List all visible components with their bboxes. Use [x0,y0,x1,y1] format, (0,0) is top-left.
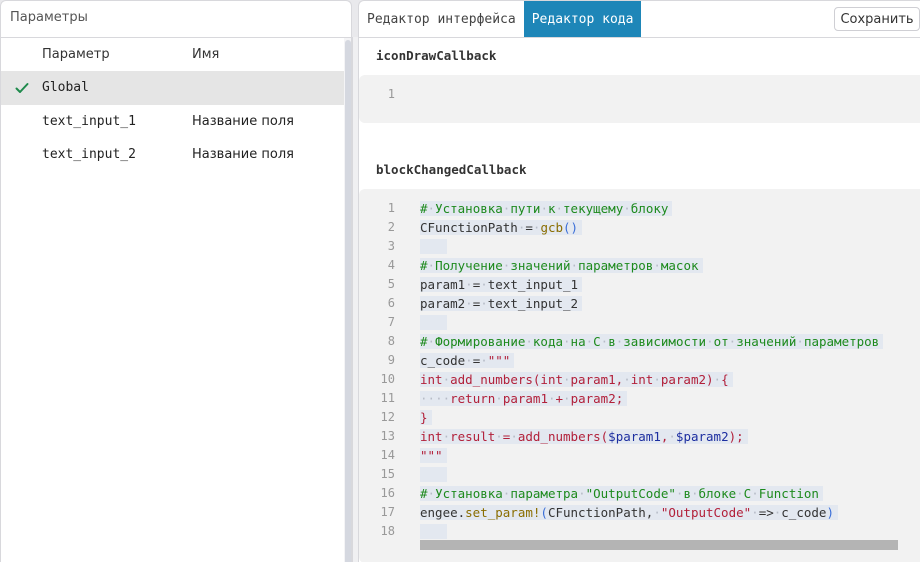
table-row-text-input-2[interactable]: text_input_2 Название поля [1,138,344,172]
code-text: param2·=·text_input_2 [420,294,583,313]
editor-panel: Редактор интерфейса Редактор кода Сохран… [358,0,920,562]
code-line[interactable]: 1 [359,85,920,104]
code-line[interactable]: 9 c_code·=·""" [359,351,920,370]
code-text: #·Получение·значений·параметров·масок [420,256,703,275]
code-line[interactable]: 12} [359,408,920,427]
section-title-block-changed-callback: blockChangedCallback [376,162,527,177]
line-number: 2 [387,220,395,234]
code-line[interactable]: 16 #·Установка·параметра·"OutputCode"·в·б… [359,484,920,503]
row-param: text_input_1 [42,113,136,129]
parameters-scrollbar[interactable] [344,38,351,562]
editor-panel-scrollbar[interactable] [352,37,358,562]
code-text: ····return·param1·+·param2; [420,389,628,408]
line-number: 6 [387,296,395,310]
code-line[interactable]: 18 [359,522,920,541]
code-line[interactable]: 2 CFunctionPath·=·gcb() [359,218,920,237]
code-text: c_code·=·""" [420,351,515,370]
line-number: 15 [380,467,395,481]
code-text: int·result·=·add_numbers($param1,·$param… [420,427,748,446]
column-header-name: Имя [192,47,220,62]
code-text: engee.set_param!(CFunctionPath,·"OutputC… [420,503,838,522]
row-check-cell [1,82,42,94]
tab-code-editor[interactable]: Редактор кода [523,1,642,37]
table-row-global[interactable]: Global [1,71,344,105]
code-text: param1·=·text_input_1 [420,275,583,294]
line-number: 12 [380,410,395,424]
column-header-param: Параметр [42,47,110,62]
code-line[interactable]: 17 engee.set_param!(CFunctionPath,·"Outpu… [359,503,920,522]
parameters-table: Параметр Имя Global text_input_1 Названи… [1,38,344,172]
line-number: 10 [380,372,395,386]
code-text [420,465,447,484]
code-line[interactable]: 1 #·Установка·пути·к·текущему·блоку [359,199,920,218]
row-param: Global [42,80,89,96]
line-number: 14 [380,448,395,462]
line-number: 18 [380,524,395,538]
row-name: Название поля [192,147,294,163]
line-number: 11 [380,391,395,405]
save-button[interactable]: Сохранить [834,7,920,31]
tab-interface-editor[interactable]: Редактор интерфейса [359,1,524,37]
code-text: #·Установка·параметра·"OutputCode"·в·бло… [420,484,823,503]
line-number: 17 [380,505,395,519]
parameters-panel-title: Параметры [1,1,351,38]
code-text: """ [420,446,447,465]
code-text [420,237,447,256]
code-line[interactable]: 7 [359,313,920,332]
code-line[interactable]: 4 #·Получение·значений·параметров·масок [359,256,920,275]
code-line[interactable]: 6 param2·=·text_input_2 [359,294,920,313]
code-text: int·add_numbers(int·param1,·int·param2)·… [420,370,733,389]
code-text [420,313,447,332]
code-line[interactable]: 8 #·Формирование·кода·на·C·в·зависимости·… [359,332,920,351]
code-line[interactable]: 15 [359,465,920,484]
code-line[interactable]: 11 ····return·param1·+·param2; [359,389,920,408]
line-number: 9 [387,353,395,367]
code-text: #·Установка·пути·к·текущему·блоку [420,199,673,218]
row-name: Название поля [192,113,294,129]
line-number: 13 [380,429,395,443]
code-editor-block-changed-callback[interactable]: 1 #·Установка·пути·к·текущему·блоку 2 CFunc… [359,189,920,562]
line-number: 8 [387,334,395,348]
line-number: 7 [387,315,395,329]
code-line[interactable]: 3 [359,237,920,256]
code-editor-icon-draw-callback[interactable]: 1 [359,75,920,123]
code-editor-horizontal-scrollbar[interactable] [420,540,898,550]
code-line[interactable]: 5 param1·=·text_input_1 [359,275,920,294]
code-text: #·Формирование·кода·на·C·в·зависимости·о… [420,332,884,351]
code-text [420,522,447,541]
line-number: 5 [387,277,395,291]
line-number: 1 [387,87,395,101]
line-number: 16 [380,486,395,500]
code-line[interactable]: 14 """ [359,446,920,465]
code-line[interactable]: 13 int·result·=·add_numbers($param1,·$par… [359,427,920,446]
row-param: text_input_2 [42,147,136,163]
parameters-table-header: Параметр Имя [1,38,344,71]
editor-tabbar: Редактор интерфейса Редактор кода Сохран… [359,1,920,38]
check-icon [15,82,29,94]
line-number: 4 [387,258,395,272]
line-number: 3 [387,239,395,253]
table-row-text-input-1[interactable]: text_input_1 Название поля [1,105,344,139]
parameters-panel: Параметры Параметр Имя Global text_input… [0,0,352,562]
code-text: CFunctionPath·=·gcb() [420,218,583,237]
section-title-icon-draw-callback: iconDrawCallback [376,48,497,63]
line-number: 1 [387,201,395,215]
parameters-scrollbar-thumb[interactable] [345,40,351,562]
code-line[interactable]: 10 int·add_numbers(int·param1,·int·param2… [359,370,920,389]
code-text: } [420,408,432,427]
